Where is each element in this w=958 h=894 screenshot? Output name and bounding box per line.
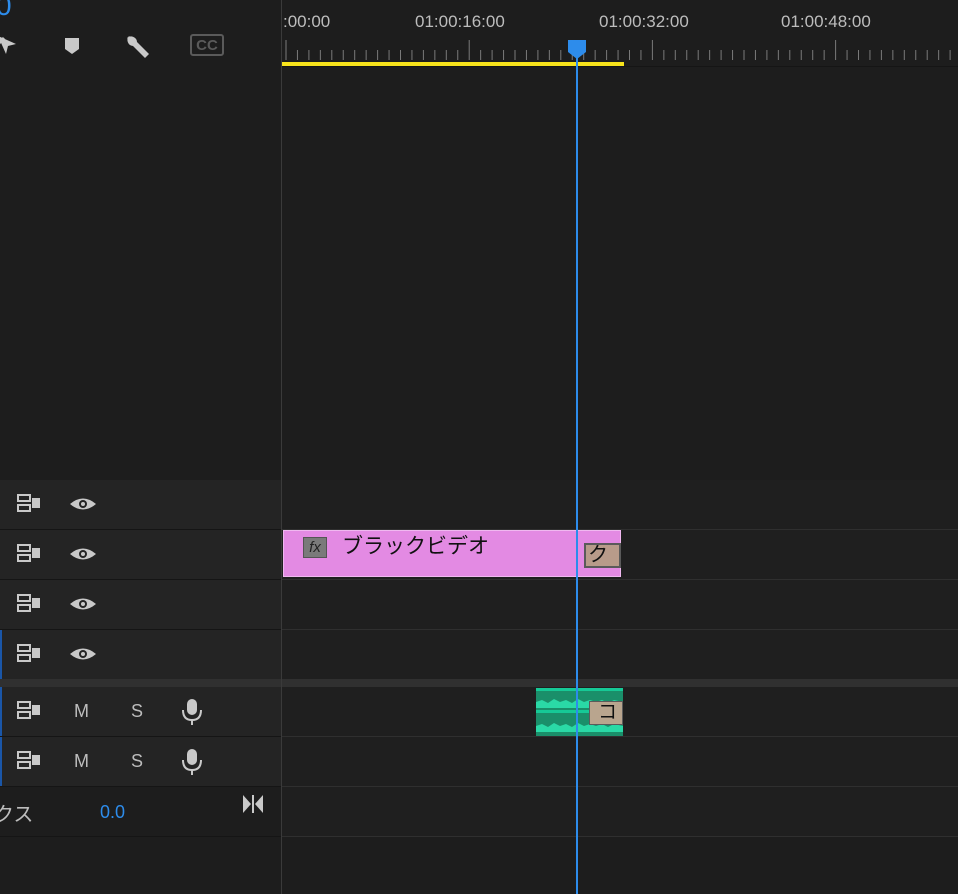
solo-button[interactable]: S: [131, 751, 143, 772]
current-timecode[interactable]: 0: [0, 0, 12, 22]
video-track-header[interactable]: [0, 580, 281, 630]
microphone-icon[interactable]: [178, 697, 206, 725]
fx-badge[interactable]: fx: [303, 537, 327, 558]
playhead-handle[interactable]: [566, 38, 588, 60]
video-track-header[interactable]: [0, 630, 281, 680]
ruler-divider: [282, 66, 958, 67]
track-target-indicator: [0, 737, 2, 786]
collapse-expand-icon[interactable]: [241, 793, 265, 820]
video-transition[interactable]: クロ: [584, 543, 621, 568]
sync-lock-icon[interactable]: [16, 699, 44, 723]
track-target-indicator: [0, 687, 2, 736]
captions-label: CC: [196, 37, 218, 54]
mix-track-lane[interactable]: [282, 787, 958, 837]
sync-lock-icon[interactable]: [16, 492, 44, 516]
mute-button[interactable]: M: [74, 701, 89, 722]
eye-icon[interactable]: [69, 643, 97, 667]
video-track-lane[interactable]: [282, 480, 958, 530]
header-lane-divider[interactable]: [281, 0, 282, 894]
sync-lock-icon[interactable]: [16, 592, 44, 616]
eye-icon[interactable]: [69, 493, 97, 517]
eye-icon[interactable]: [69, 543, 97, 567]
playhead-line[interactable]: [576, 50, 578, 894]
solo-button[interactable]: S: [131, 701, 143, 722]
sync-lock-icon[interactable]: [16, 542, 44, 566]
video-track-header[interactable]: [0, 480, 281, 530]
time-ruler-ticks[interactable]: [283, 38, 958, 62]
mix-volume-value[interactable]: 0.0: [100, 802, 125, 823]
sync-lock-icon[interactable]: [16, 642, 44, 666]
microphone-icon[interactable]: [178, 747, 206, 775]
video-audio-divider[interactable]: [0, 679, 958, 687]
audio-track-header[interactable]: M S: [0, 687, 281, 737]
eye-icon[interactable]: [69, 593, 97, 617]
audio-transition[interactable]: コ: [589, 701, 623, 725]
audio-track-header[interactable]: M S: [0, 737, 281, 787]
mix-track-header[interactable]: [0, 787, 281, 837]
audio-track-lane[interactable]: [282, 737, 958, 787]
sync-lock-icon[interactable]: [16, 749, 44, 773]
video-track-lane[interactable]: [282, 630, 958, 680]
ruler-label-1: 01:00:16:00: [415, 12, 505, 31]
snap-icon[interactable]: [0, 32, 22, 60]
wrench-icon[interactable]: [123, 32, 151, 60]
ruler-label-0: :00:00: [283, 12, 331, 31]
captions-icon[interactable]: CC: [190, 34, 224, 56]
ruler-label-3: 01:00:48:00: [781, 12, 871, 31]
video-track-lane[interactable]: [282, 580, 958, 630]
video-clip-name: ブラックビデオ: [342, 535, 489, 558]
marker-icon[interactable]: [58, 32, 86, 60]
track-target-indicator: [0, 630, 2, 679]
mute-button[interactable]: M: [74, 751, 89, 772]
video-track-header[interactable]: [0, 530, 281, 580]
ruler-label-2: 01:00:32:00: [599, 12, 689, 31]
mix-label: クス: [0, 804, 34, 826]
